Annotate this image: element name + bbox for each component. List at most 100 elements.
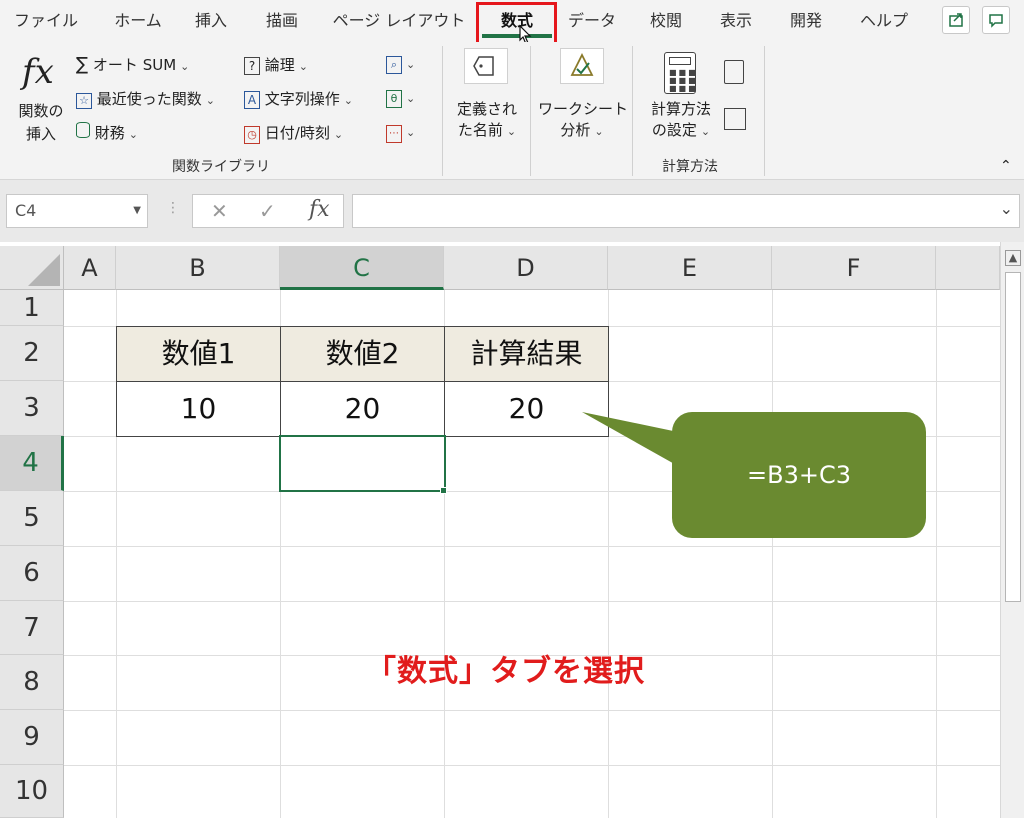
more-functions-button[interactable]: ⋯ ⌄ xyxy=(386,122,415,143)
recent-functions-button[interactable]: ☆ 最近使った関数 ⌄ xyxy=(76,88,215,109)
row-header-10[interactable]: 10 xyxy=(0,765,64,818)
fill-handle[interactable] xyxy=(440,487,447,494)
table-border xyxy=(116,381,609,382)
column-header-b[interactable]: B xyxy=(116,246,280,290)
ribbon-separator xyxy=(530,46,531,176)
cell-b2[interactable]: 数値1 xyxy=(117,327,280,381)
instruction-caption: 「数式」タブを選択 xyxy=(366,654,645,689)
formula-callout: =B3+C3 xyxy=(672,412,926,538)
question-icon: ? xyxy=(244,57,260,75)
gridline xyxy=(936,290,937,818)
database-icon xyxy=(76,122,90,138)
name-box[interactable]: C4 ▼ xyxy=(6,194,148,228)
column-header-d[interactable]: D xyxy=(444,246,608,290)
logical-button[interactable]: ? 論理 ⌄ xyxy=(244,54,308,75)
selected-cell-c4[interactable] xyxy=(279,435,446,492)
cell-d2[interactable]: 計算結果 xyxy=(445,327,608,381)
group-label-function-library: 関数ライブラリ xyxy=(172,159,270,175)
ribbon-separator xyxy=(764,46,765,176)
tab-home[interactable]: ホーム xyxy=(102,0,174,42)
defined-names-icon xyxy=(464,48,508,84)
row-header-2[interactable]: 2 xyxy=(0,326,64,381)
ribbon-separator xyxy=(442,46,443,176)
scroll-up-icon[interactable]: ▲ xyxy=(1005,250,1021,266)
chevron-down-icon[interactable]: ▼ xyxy=(133,195,141,227)
ribbon: fx 関数の 挿入 ∑ オート SUM ⌄ ☆ 最近使った関数 ⌄ 財務 ⌄ ? 論理… xyxy=(0,42,1024,180)
formula-auditing-icon xyxy=(560,48,604,84)
calculator-icon: ■■■ ■■■ ■■■ xyxy=(664,52,696,94)
tab-view[interactable]: 表示 xyxy=(710,0,762,42)
comment-icon xyxy=(989,14,1003,28)
clock-icon: ◷ xyxy=(244,126,260,144)
column-header-f[interactable]: F xyxy=(772,246,936,290)
gridline xyxy=(608,290,609,818)
expand-formula-bar-icon[interactable]: ⌄ xyxy=(1000,199,1013,218)
defined-names-button[interactable]: 定義され た名前 ⌄ xyxy=(454,98,520,140)
vertical-scrollbar[interactable]: ▲ xyxy=(1000,242,1024,818)
column-header-e[interactable]: E xyxy=(608,246,772,290)
menu-bar: ファイル ホーム 挿入 描画 ページ レイアウト 数式 データ 校閲 表示 開発… xyxy=(0,0,1024,51)
share-button[interactable] xyxy=(942,6,970,34)
datetime-button[interactable]: ◷ 日付/時刻 ⌄ xyxy=(244,122,343,144)
calculate-now-icon[interactable] xyxy=(724,60,744,84)
gridline xyxy=(64,601,1000,602)
tab-review[interactable]: 校閲 xyxy=(640,0,692,42)
search-icon: ⌕ xyxy=(386,56,402,74)
tab-file[interactable]: ファイル xyxy=(10,0,82,42)
math-trig-button[interactable]: θ ⌄ xyxy=(386,88,415,108)
lookup-reference-button[interactable]: ⌕ ⌄ xyxy=(386,54,415,74)
formula-buttons: ✕ ✓ fx xyxy=(192,194,344,228)
calculate-sheet-icon[interactable] xyxy=(724,108,746,130)
select-all-button[interactable] xyxy=(0,246,64,290)
text-functions-button[interactable]: A 文字列操作 ⌄ xyxy=(244,88,353,109)
scrollbar-thumb[interactable] xyxy=(1005,272,1021,602)
star-icon: ☆ xyxy=(76,93,92,109)
sigma-icon: ∑ xyxy=(76,54,89,75)
financial-button[interactable]: 財務 ⌄ xyxy=(76,122,138,143)
column-header-a[interactable]: A xyxy=(64,246,116,290)
callout-pointer xyxy=(582,412,678,466)
group-label-calculation: 計算方法 xyxy=(662,159,718,175)
insert-function-icon[interactable]: fx xyxy=(309,197,330,222)
cell-c3[interactable]: 20 xyxy=(281,382,444,436)
calculation-options-button[interactable]: 計算方法 の設定 ⌄ xyxy=(646,98,716,140)
table-border xyxy=(280,326,281,437)
text-a-icon: A xyxy=(244,91,260,109)
collapse-ribbon-icon[interactable]: ⌃ xyxy=(1000,158,1012,174)
gridline xyxy=(64,546,1000,547)
row-header-4[interactable]: 4 xyxy=(0,436,64,491)
gridline xyxy=(772,290,773,818)
row-header-5[interactable]: 5 xyxy=(0,491,64,546)
autosum-button[interactable]: ∑ オート SUM ⌄ xyxy=(76,54,189,75)
tab-help[interactable]: ヘルプ xyxy=(852,0,916,42)
row-header-3[interactable]: 3 xyxy=(0,381,64,436)
tab-developer[interactable]: 開発 xyxy=(780,0,832,42)
row-header-9[interactable]: 9 xyxy=(0,710,64,765)
tab-page-layout[interactable]: ページ レイアウト xyxy=(328,0,470,42)
gridline xyxy=(64,710,1000,711)
insert-function-button[interactable]: 関数の 挿入 xyxy=(16,100,66,144)
column-header-g[interactable] xyxy=(936,246,1000,290)
formula-bar: C4 ▼ ⋮ ✕ ✓ fx ⌄ xyxy=(0,180,1024,242)
cell-b3[interactable]: 10 xyxy=(117,382,280,436)
row-header-6[interactable]: 6 xyxy=(0,546,64,601)
fx-icon[interactable]: fx xyxy=(22,52,54,92)
row-header-1[interactable]: 1 xyxy=(0,290,64,326)
formula-auditing-button[interactable]: ワークシート 分析 ⌄ xyxy=(538,98,628,140)
cancel-icon[interactable]: ✕ xyxy=(211,199,228,223)
row-header-7[interactable]: 7 xyxy=(0,601,64,655)
formula-input[interactable]: ⌄ xyxy=(352,194,1020,228)
column-header-c[interactable]: C xyxy=(280,246,444,290)
row-header-8[interactable]: 8 xyxy=(0,655,64,710)
tab-insert[interactable]: 挿入 xyxy=(185,0,237,42)
gridline xyxy=(64,765,1000,766)
formula-bar-splitter-icon[interactable]: ⋮ xyxy=(166,200,180,216)
tab-draw[interactable]: 描画 xyxy=(256,0,308,42)
ribbon-separator xyxy=(632,46,633,176)
cell-c2[interactable]: 数値2 xyxy=(281,327,444,381)
enter-icon[interactable]: ✓ xyxy=(259,199,276,223)
comments-button[interactable] xyxy=(982,6,1010,34)
theta-icon: θ xyxy=(386,90,402,108)
table-border xyxy=(444,326,445,437)
tab-data[interactable]: データ xyxy=(562,0,622,42)
